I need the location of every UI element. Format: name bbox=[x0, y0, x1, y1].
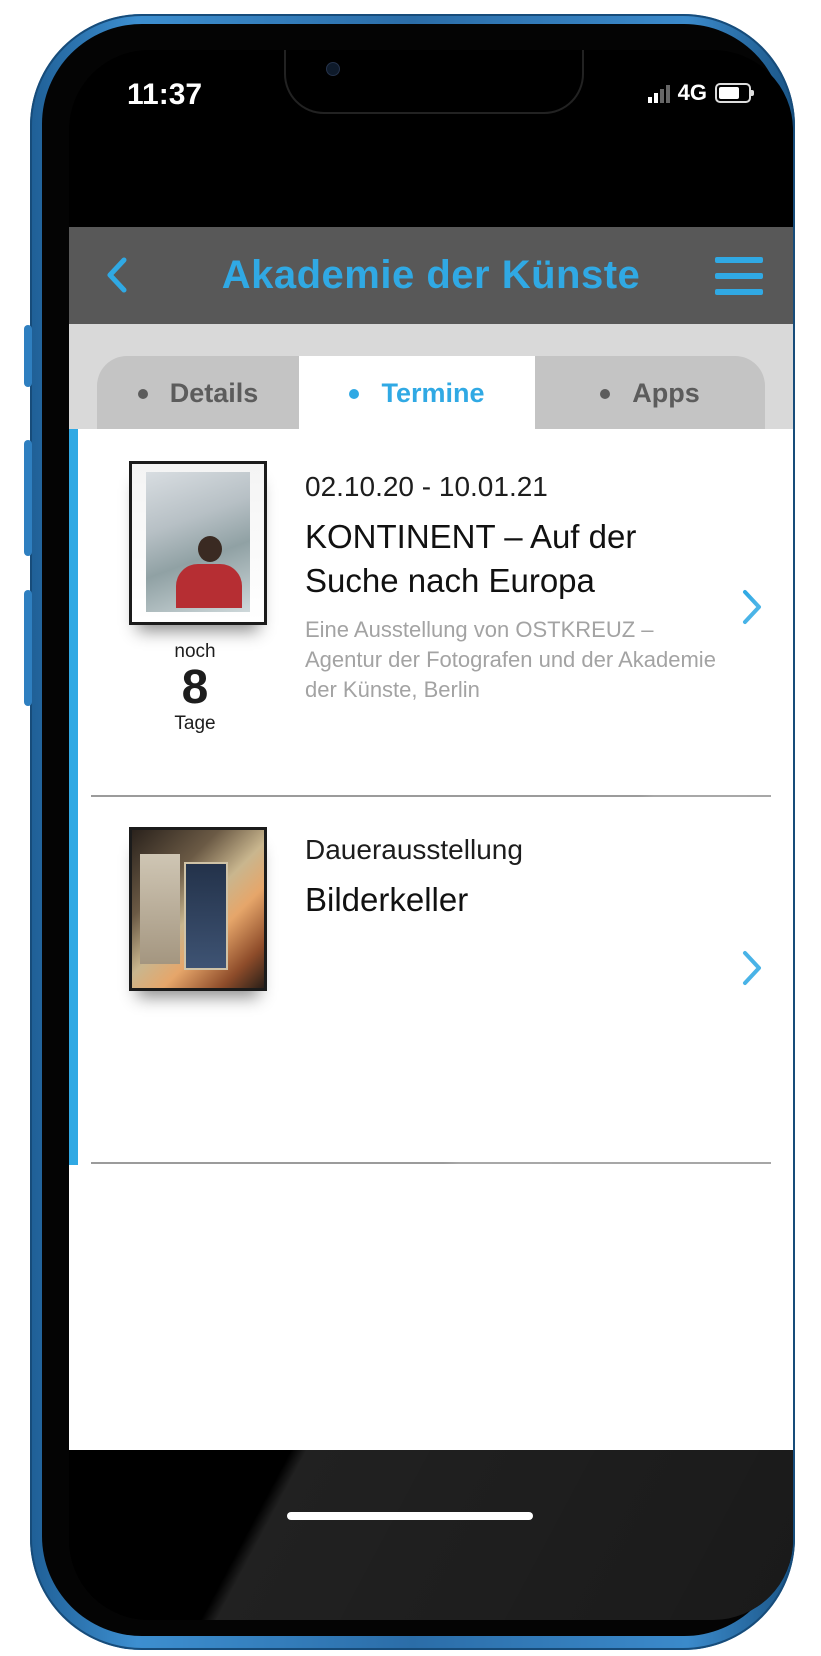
tab-termine[interactable]: Termine bbox=[299, 356, 535, 431]
signal-icon bbox=[647, 83, 670, 103]
notch bbox=[284, 50, 584, 114]
status-indicators: 4G bbox=[647, 80, 754, 106]
battery-icon bbox=[715, 83, 754, 103]
hamburger-menu-icon[interactable] bbox=[715, 257, 763, 295]
tab-label: Apps bbox=[632, 378, 700, 408]
event-list: noch 8 Tage 02.10.20 - 10.01.21 KONTINEN… bbox=[69, 429, 793, 1450]
bullet-icon bbox=[349, 388, 360, 399]
network-label: 4G bbox=[677, 80, 707, 105]
tab-label: Termine bbox=[381, 378, 485, 408]
list-item[interactable]: Dauerausstellung Bilderkeller bbox=[69, 796, 793, 1164]
countdown-prefix: noch bbox=[174, 641, 216, 662]
bullet-icon bbox=[137, 388, 148, 399]
home-indicator[interactable] bbox=[287, 1512, 533, 1520]
event-date: Dauerausstellung bbox=[305, 834, 523, 865]
volume-down-button bbox=[24, 590, 32, 706]
countdown: noch 8 Tage bbox=[129, 641, 261, 735]
event-thumbnail-wrap: noch 8 Tage bbox=[129, 461, 267, 735]
volume-up-button bbox=[24, 440, 32, 556]
divider bbox=[91, 1162, 771, 1164]
phone-screen: 11:37 4G Akademie der Künste Details Ter… bbox=[69, 50, 793, 1620]
list-item[interactable]: noch 8 Tage 02.10.20 - 10.01.21 KONTINEN… bbox=[69, 429, 793, 796]
camera-icon bbox=[326, 62, 340, 76]
event-date: 02.10.20 - 10.01.21 bbox=[305, 471, 548, 502]
countdown-value: 8 bbox=[181, 661, 209, 714]
event-title: KONTINENT – Auf der Suche nach Europa bbox=[305, 518, 637, 599]
tab-bar: Details Termine Apps bbox=[97, 356, 765, 431]
event-description: Eine Ausstellung von OSTKREUZ – Agentur … bbox=[305, 617, 716, 702]
mute-switch bbox=[24, 325, 32, 387]
event-thumbnail bbox=[129, 461, 267, 625]
chevron-right-icon[interactable] bbox=[741, 950, 763, 986]
event-thumbnail bbox=[129, 827, 267, 991]
tab-area: Details Termine Apps bbox=[69, 324, 793, 431]
chevron-right-icon[interactable] bbox=[741, 589, 763, 625]
event-text: Dauerausstellung Bilderkeller bbox=[305, 834, 735, 922]
page-title: Akademie der Künste bbox=[221, 253, 641, 297]
bottom-area bbox=[69, 1450, 793, 1620]
event-title: Bilderkeller bbox=[305, 881, 469, 918]
tab-apps[interactable]: Apps bbox=[535, 356, 765, 431]
tab-label: Details bbox=[169, 378, 259, 408]
nav-bar: Akademie der Künste bbox=[69, 227, 793, 324]
event-thumbnail-wrap bbox=[129, 827, 267, 991]
status-time: 11:37 bbox=[127, 78, 203, 111]
tab-details[interactable]: Details bbox=[97, 356, 299, 431]
event-text: 02.10.20 - 10.01.21 KONTINENT – Auf der … bbox=[305, 471, 735, 705]
countdown-unit: Tage bbox=[174, 713, 216, 734]
bullet-icon bbox=[600, 388, 611, 399]
